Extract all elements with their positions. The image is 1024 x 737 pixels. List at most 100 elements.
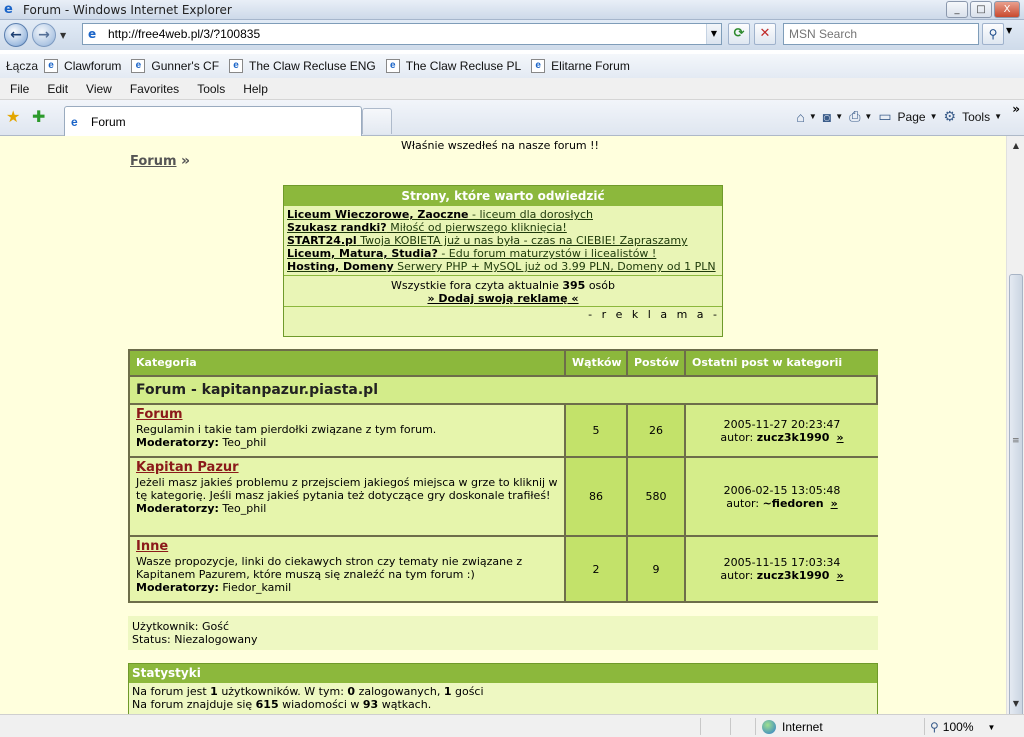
ad-link[interactable]: Hosting, Domeny Serwery PHP + MySQL już … — [287, 260, 719, 273]
url-box: e ▼ — [82, 23, 722, 45]
zoom-dropdown-icon[interactable]: ▼ — [988, 723, 996, 732]
go-to-last-post-link[interactable]: » — [836, 431, 843, 444]
link-label: Elitarne Forum — [551, 59, 630, 73]
status-bar: Internet ⚲ 100% ▼ — [0, 714, 1024, 737]
ads-list: Liceum Wieczorowe, Zaoczne - liceum dla … — [284, 206, 722, 276]
search-box — [783, 23, 979, 45]
link-label: The Claw Recluse PL — [405, 59, 522, 73]
moderators: Moderatorzy: Teo_phil — [136, 436, 267, 449]
page-content: Właśnie wszedłeś na nasze forum !! Forum… — [0, 136, 1006, 714]
category-title[interactable]: Forum - kapitanpazur.piasta.pl — [130, 377, 876, 403]
page-menu[interactable]: Page — [898, 110, 926, 124]
menu-help[interactable]: Help — [233, 82, 276, 96]
go-to-last-post-link[interactable]: » — [836, 569, 843, 582]
scroll-up-icon[interactable]: ▲ — [1008, 138, 1024, 154]
feeds-icon[interactable]: ◙ — [823, 109, 831, 125]
forward-button[interactable]: → — [32, 23, 56, 47]
url-input[interactable] — [108, 27, 698, 41]
close-button[interactable]: X — [994, 1, 1020, 18]
tools-menu[interactable]: Tools — [962, 110, 990, 124]
favorites-star-icon[interactable]: ★ — [6, 109, 20, 125]
ad-link[interactable]: START24.pl Twoja KOBIETA już u nas była … — [287, 234, 719, 247]
minimize-button[interactable]: _ — [946, 1, 968, 18]
zoom-icon: ⚲ — [930, 720, 939, 734]
go-to-last-post-link[interactable]: » — [831, 497, 838, 510]
readers-count: Wszystkie fora czyta aktualnie 395 osób … — [284, 276, 722, 307]
page-icon: e — [229, 59, 244, 73]
print-dropdown-icon[interactable]: ▼ — [864, 112, 872, 121]
header-postow: Postów — [628, 351, 684, 375]
link-clawforum[interactable]: e Clawforum — [44, 59, 121, 73]
ie-logo-icon: e — [4, 1, 13, 17]
status-divider — [700, 718, 701, 735]
search-input[interactable] — [784, 24, 969, 44]
breadcrumb-forum-link[interactable]: Forum — [130, 154, 177, 169]
page-icon: e — [71, 114, 78, 129]
link-elitarne-forum[interactable]: e Elitarne Forum — [531, 59, 630, 73]
links-label: Łącza — [6, 59, 39, 73]
forum-link[interactable]: Inne — [136, 539, 558, 555]
tab-bar: ★ ✚ e Forum ⌂ ▼ ◙ ▼ ⎙ ▼ ▭ Page ▼ ⚙ Tools ▼ » — [0, 100, 1024, 136]
history-dropdown-icon[interactable]: ▼ — [60, 31, 66, 40]
link-claw-recluse-pl[interactable]: e The Claw Recluse PL — [385, 59, 522, 73]
link-claw-recluse-eng[interactable]: e The Claw Recluse ENG — [229, 59, 376, 73]
header-watkow: Wątków — [566, 351, 626, 375]
status-divider — [755, 718, 756, 735]
feeds-dropdown-icon[interactable]: ▼ — [835, 112, 843, 121]
tools-gear-icon[interactable]: ⚙ — [944, 108, 957, 125]
command-bar: ⌂ ▼ ◙ ▼ ⎙ ▼ ▭ Page ▼ ⚙ Tools ▼ — [790, 108, 1002, 125]
menu-tools[interactable]: Tools — [187, 82, 233, 96]
tab-forum[interactable]: e Forum — [64, 106, 362, 136]
forum-link[interactable]: Kapitan Pazur — [136, 460, 558, 476]
menu-favorites[interactable]: Favorites — [120, 82, 187, 96]
posts-count: 580 — [628, 458, 684, 535]
link-label: Clawforum — [64, 59, 122, 73]
breadcrumb-separator: » — [181, 153, 191, 169]
posts-count: 9 — [628, 537, 684, 601]
new-tab-button[interactable] — [362, 108, 392, 134]
page-icon: e — [531, 59, 546, 73]
home-icon[interactable]: ⌂ — [796, 109, 804, 125]
stats-box: Statystyki Na forum jest 1 użytkowników.… — [128, 663, 878, 714]
zone-label: Internet — [782, 720, 823, 734]
forum-description: Regulamin i takie tam pierdołki związane… — [136, 423, 437, 436]
ads-header: Strony, które warto odwiedzić — [284, 186, 722, 206]
scroll-thumb[interactable] — [1009, 274, 1023, 737]
menu-file[interactable]: File — [0, 82, 37, 96]
refresh-button[interactable]: ⟳ — [728, 23, 750, 45]
search-icon[interactable]: ⚲ — [982, 23, 1004, 45]
print-icon[interactable]: ⎙ — [849, 108, 860, 125]
home-dropdown-icon[interactable]: ▼ — [809, 112, 817, 121]
page-icon: e — [44, 59, 59, 73]
posts-count: 26 — [628, 405, 684, 456]
ad-link[interactable]: Liceum Wieczorowe, Zaoczne - liceum dla … — [287, 208, 719, 221]
vertical-scrollbar[interactable]: ▲ ≡ ▼ — [1006, 136, 1024, 737]
address-bar: ← → ▼ e ▼ ⟳ ✕ ⚲ ▼ — [0, 20, 1024, 50]
scroll-down-icon[interactable]: ▼ — [1008, 696, 1024, 712]
header-ostatni-post: Ostatni post w kategorii — [686, 351, 878, 375]
ad-link[interactable]: Szukasz randki? Miłość od pierwszego kli… — [287, 221, 719, 234]
stats-header: Statystyki — [129, 664, 877, 683]
ad-link[interactable]: Liceum, Matura, Studia? - Edu forum matu… — [287, 247, 719, 260]
url-dropdown-icon[interactable]: ▼ — [706, 24, 721, 44]
forum-link[interactable]: Forum — [136, 407, 558, 423]
user-info: Użytkownik: Gość Status: Niezalogowany — [128, 616, 878, 650]
add-favorites-icon[interactable]: ✚ — [32, 109, 45, 125]
page-dropdown-icon[interactable]: ▼ — [930, 112, 938, 121]
page-icon: e — [385, 59, 400, 73]
maximize-button[interactable]: □ — [970, 1, 992, 18]
tools-dropdown-icon[interactable]: ▼ — [994, 112, 1002, 121]
window-title: Forum - Windows Internet Explorer — [23, 2, 232, 17]
menu-edit[interactable]: Edit — [37, 82, 76, 96]
add-ad-link[interactable]: » Dodaj swoją reklamę « — [427, 292, 578, 305]
search-options-dropdown-icon[interactable]: ▼ — [1006, 26, 1012, 35]
threads-count: 5 — [566, 405, 626, 456]
zoom-control[interactable]: ⚲ 100% ▼ — [930, 720, 995, 734]
page-menu-icon[interactable]: ▭ — [878, 108, 891, 125]
menu-view[interactable]: View — [76, 82, 120, 96]
back-button[interactable]: ← — [4, 23, 28, 47]
chevron-more-icon[interactable]: » — [1012, 102, 1020, 116]
link-label: Gunner's CF — [151, 59, 220, 73]
stop-button[interactable]: ✕ — [754, 23, 776, 45]
link-gunners-cf[interactable]: e Gunner's CF — [131, 59, 219, 73]
